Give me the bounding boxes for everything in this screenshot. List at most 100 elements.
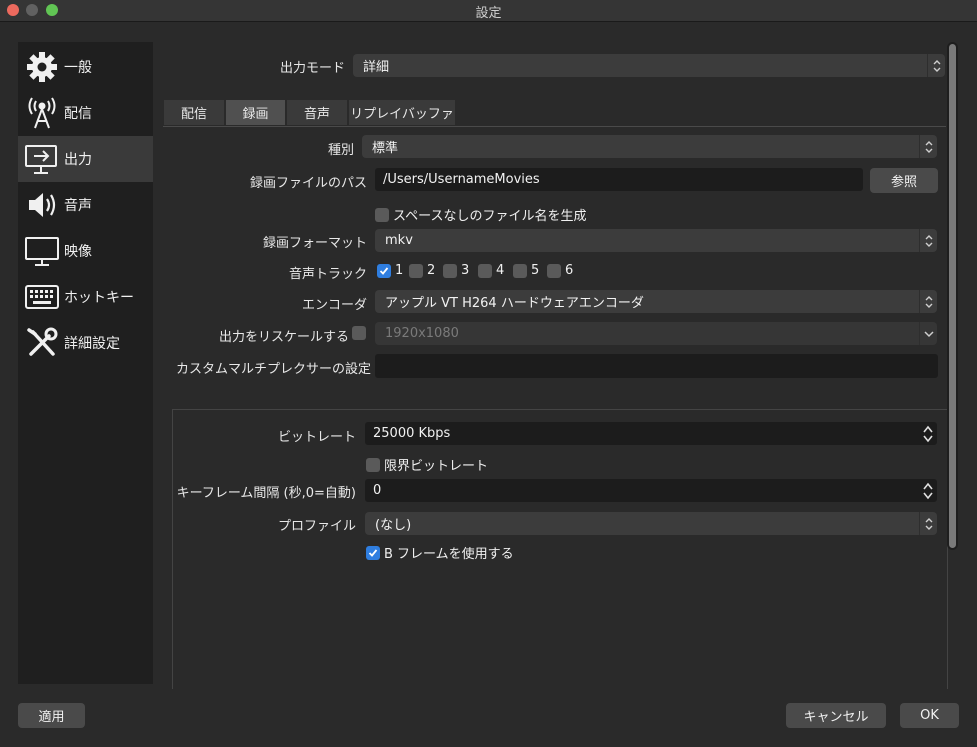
broadcast-icon (22, 93, 62, 133)
tab-stream[interactable]: 配信 (163, 99, 225, 126)
sidebar-item-label: 一般 (64, 60, 92, 76)
tab-label: 音声 (303, 107, 330, 122)
checkbox-label: B フレームを使用する (384, 547, 514, 562)
audio-track-4-checkbox[interactable]: 4 (478, 263, 504, 278)
tab-divider (163, 126, 946, 127)
apply-button[interactable]: 適用 (18, 703, 85, 728)
sidebar-item-hotkeys[interactable]: ホットキー (18, 274, 153, 320)
checkbox-label: 4 (496, 263, 505, 278)
encoder-label: エンコーダ (301, 298, 367, 313)
recording-format-label: 録画フォーマット (262, 236, 367, 251)
output-mode-label: 出力モード (279, 61, 345, 76)
sidebar-item-label: 出力 (64, 152, 92, 168)
profile-value: (なし) (375, 518, 412, 533)
checkbox-box (547, 263, 561, 278)
updown-arrows-icon (919, 290, 937, 313)
updown-arrows-icon (919, 229, 937, 252)
scrollbar-thumb[interactable] (949, 44, 956, 548)
checkbox-label: 1 (395, 263, 404, 278)
output-mode-value: 詳細 (363, 60, 390, 75)
title-bar: 設定 (0, 0, 977, 22)
checkbox-label: 5 (531, 263, 540, 278)
sidebar-item-label: ホットキー (64, 290, 134, 306)
tab-recording[interactable]: 録画 (225, 99, 286, 126)
sidebar-item-label: 音声 (64, 198, 92, 214)
checkbox-box (513, 263, 527, 278)
updown-arrows-icon (919, 135, 937, 158)
tab-label: 録画 (242, 107, 269, 122)
encoder-settings-panel (172, 409, 948, 689)
tools-icon (22, 323, 62, 363)
audio-track-2-checkbox[interactable]: 2 (409, 263, 435, 278)
sidebar-item-general[interactable]: 一般 (18, 44, 153, 90)
sidebar-item-advanced[interactable]: 詳細設定 (18, 320, 153, 366)
recording-format-select[interactable]: mkv (375, 229, 937, 252)
gear-icon (22, 47, 62, 87)
audio-track-6-checkbox[interactable]: 6 (547, 263, 573, 278)
checkmark-icon (366, 545, 380, 560)
no-space-filename-checkbox[interactable]: スペースなしのファイル名を生成 (375, 205, 586, 224)
keyframe-interval-label: キーフレーム間隔 (秒,0=自動) (176, 486, 356, 501)
checkbox-box (366, 457, 380, 472)
display-icon (22, 231, 62, 271)
checkbox-box (352, 326, 366, 340)
checkbox-label: 限界ビットレート (384, 459, 489, 474)
cancel-button[interactable]: キャンセル (786, 703, 886, 728)
tab-audio[interactable]: 音声 (286, 99, 348, 126)
bitrate-input[interactable]: 25000 Kbps (365, 422, 937, 445)
profile-label: プロファイル (277, 519, 356, 534)
tab-label: リプレイバッファ (350, 107, 454, 122)
recording-type-label: 種別 (327, 143, 354, 158)
sidebar-item-label: 詳細設定 (64, 336, 120, 352)
recording-type-select[interactable]: 標準 (362, 135, 937, 158)
checkbox-label: 6 (565, 263, 574, 278)
rescale-resolution-value: 1920x1080 (385, 326, 459, 341)
checkbox-label: スペースなしのファイル名を生成 (393, 209, 587, 224)
checkbox-box (443, 263, 457, 278)
audio-track-3-checkbox[interactable]: 3 (443, 263, 469, 278)
keyframe-interval-value: 0 (373, 483, 382, 498)
recording-format-value: mkv (385, 233, 413, 248)
use-bframes-checkbox[interactable]: B フレームを使用する (366, 543, 514, 562)
bitrate-value: 25000 Kbps (373, 426, 451, 441)
checkbox-label: 2 (427, 263, 436, 278)
updown-arrows-icon (927, 54, 945, 77)
stepper-arrows-icon[interactable] (919, 422, 937, 445)
audio-track-1-checkbox[interactable]: 1 (377, 263, 403, 278)
keyframe-interval-input[interactable]: 0 (365, 479, 937, 502)
recording-type-value: 標準 (372, 141, 399, 156)
custom-muxer-label: カスタムマルチプレクサーの設定 (176, 362, 372, 377)
rescale-label: 出力をリスケールする (218, 330, 349, 345)
chevron-down-icon (919, 322, 937, 345)
sidebar-item-label: 配信 (64, 106, 92, 122)
output-mode-select[interactable]: 詳細 (353, 54, 945, 77)
keyboard-icon (22, 277, 62, 317)
checkbox-box (478, 263, 492, 278)
sidebar-item-audio[interactable]: 音声 (18, 182, 153, 228)
custom-muxer-input[interactable] (375, 354, 938, 378)
recording-path-value: /Users/UsernameMovies (383, 172, 540, 187)
checkbox-box (409, 263, 423, 278)
bitrate-label: ビットレート (277, 430, 356, 445)
browse-button[interactable]: 参照 (870, 168, 938, 193)
tab-label: 配信 (180, 107, 207, 122)
audio-track-label: 音声トラック (288, 267, 367, 282)
tab-replay-buffer[interactable]: リプレイバッファ (348, 99, 456, 126)
sidebar-item-output[interactable]: 出力 (18, 136, 153, 182)
rescale-resolution-select[interactable]: 1920x1080 (375, 322, 937, 345)
recording-path-label: 録画ファイルのパス (249, 176, 367, 191)
checkbox-label: 3 (461, 263, 470, 278)
sidebar-item-video[interactable]: 映像 (18, 228, 153, 274)
profile-select[interactable]: (なし) (365, 512, 937, 535)
audio-track-5-checkbox[interactable]: 5 (513, 263, 539, 278)
limit-bitrate-checkbox[interactable]: 限界ビットレート (366, 455, 488, 474)
ok-button[interactable]: OK (900, 703, 959, 728)
rescale-checkbox[interactable] (352, 326, 370, 340)
sidebar-item-stream[interactable]: 配信 (18, 90, 153, 136)
checkmark-icon (377, 263, 391, 278)
window-title: 設定 (475, 6, 502, 21)
recording-path-input[interactable]: /Users/UsernameMovies (375, 168, 863, 191)
stepper-arrows-icon[interactable] (919, 479, 937, 502)
vertical-scrollbar[interactable] (947, 42, 958, 550)
encoder-select[interactable]: アップル VT H264 ハードウェアエンコーダ (375, 290, 937, 313)
